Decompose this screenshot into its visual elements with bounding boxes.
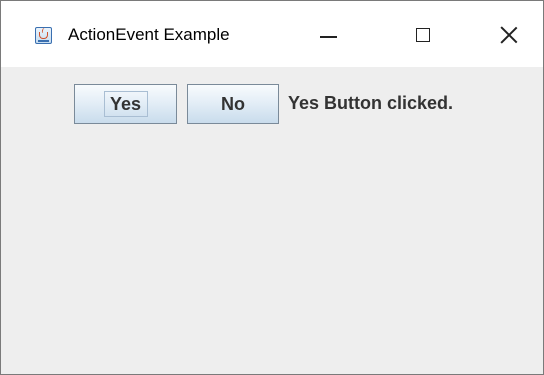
status-label: Yes Button clicked. [288,93,454,113]
close-button[interactable] [487,15,533,55]
content-panel: Yes No Yes Button clicked. [1,67,543,374]
maximize-icon [416,28,430,42]
app-window: ActionEvent Example Yes No Yes Button cl… [0,0,544,375]
maximize-button[interactable] [399,15,445,55]
java-coffee-cup-icon[interactable] [35,27,52,44]
no-button-label: No [221,93,245,114]
no-button[interactable]: No [187,84,279,124]
window-title: ActionEvent Example [68,25,230,44]
minimize-button[interactable] [304,15,350,55]
yes-button[interactable]: Yes [74,84,177,124]
minimize-icon [320,36,337,38]
close-icon [499,25,519,45]
title-bar[interactable]: ActionEvent Example [1,1,543,67]
yes-button-label: Yes [109,93,142,114]
